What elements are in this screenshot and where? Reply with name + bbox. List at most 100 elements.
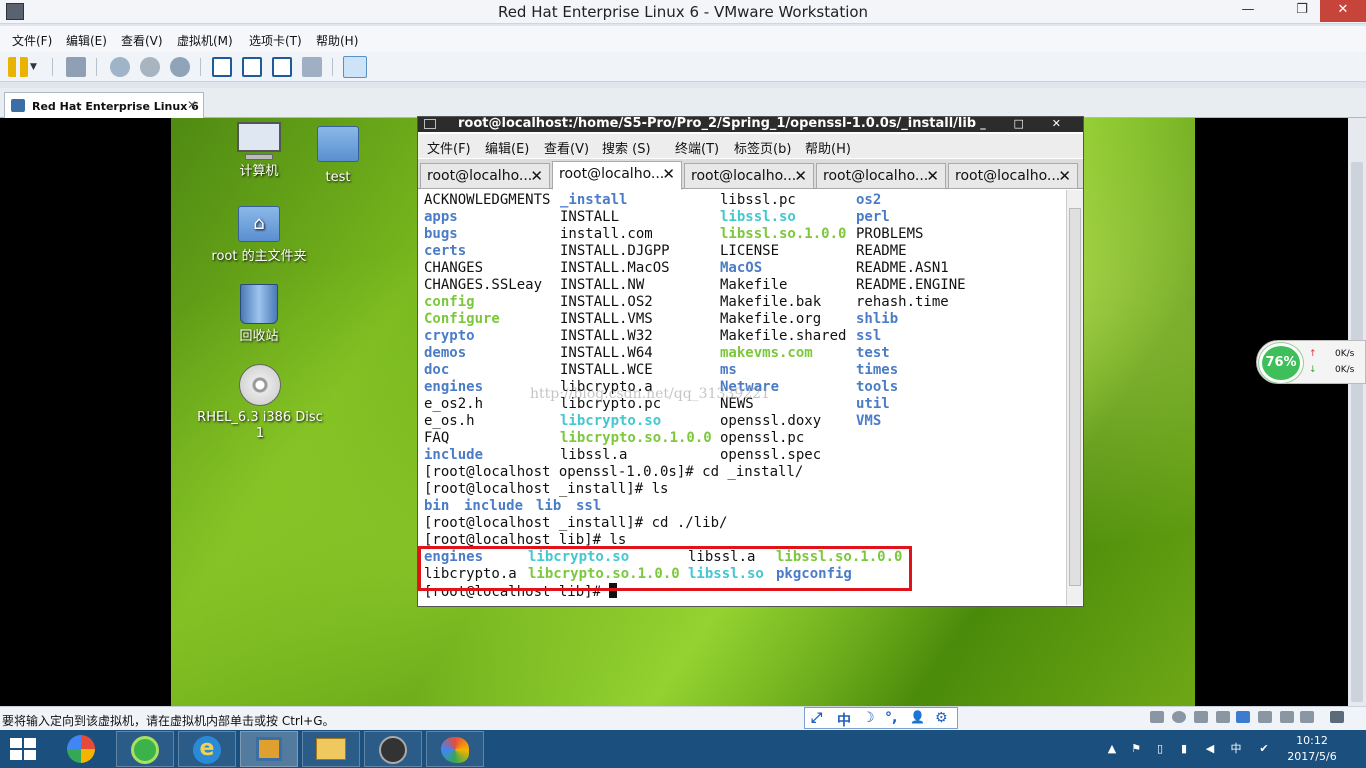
command-line: [root@localhost _install]# ls — [424, 481, 669, 497]
taskbar-app-browser[interactable] — [116, 731, 174, 767]
menu-file[interactable]: 文件(F) — [12, 32, 52, 49]
file-entry: PROBLEMS — [856, 226, 924, 242]
network-speed-widget[interactable]: 76% ↑ 0K/s ↓ 0K/s — [1256, 340, 1366, 384]
ime-toolbar[interactable]: ⤢ 中 ☽ °, 👤 ⚙ — [804, 707, 958, 729]
device-icon[interactable]: ▯ — [1154, 743, 1166, 755]
terminal-tab-active[interactable]: root@localho... ✕ — [552, 161, 682, 190]
terminal-menu-edit[interactable]: 编辑(E) — [485, 138, 529, 157]
menu-view[interactable]: 查看(V) — [121, 32, 163, 49]
network-adapter-icon[interactable] — [1194, 711, 1208, 723]
ime-halfwidth-icon[interactable]: ☽ — [862, 710, 875, 726]
vm-tab[interactable]: Red Hat Enterprise Linux 6 ✕ — [4, 92, 204, 118]
terminal-tab[interactable]: root@localho... ✕ — [816, 163, 946, 189]
chevron-down-icon[interactable]: ▼ — [30, 57, 42, 77]
ime-user-icon[interactable]: 👤 — [910, 710, 925, 724]
console-view-icon[interactable] — [343, 56, 367, 78]
taskbar-app-photos[interactable] — [52, 731, 110, 767]
terminal-window[interactable]: root@localhost:/home/S5-Pro/Pro_2/Spring… — [417, 116, 1084, 607]
tab-close-icon[interactable]: ✕ — [662, 162, 675, 186]
terminal-scrollbar[interactable] — [1066, 190, 1083, 605]
download-arrow-icon: ↓ — [1309, 365, 1317, 375]
taskbar-app-ie[interactable]: e — [178, 731, 236, 767]
terminal-menu-view[interactable]: 查看(V) — [544, 138, 589, 157]
snapshot-manager-icon[interactable] — [170, 57, 190, 77]
display-icon[interactable] — [1280, 711, 1294, 723]
clock[interactable]: 10:12 2017/5/6 — [1282, 733, 1342, 765]
vm-scrollbar-thumb[interactable] — [1351, 162, 1363, 702]
terminal-menu-help[interactable]: 帮助(H) — [805, 138, 851, 157]
security-check-icon[interactable]: ✔ — [1258, 743, 1270, 755]
file-entry: e_os.h — [424, 413, 475, 429]
desktop-icon-home[interactable]: ⌂ root 的主文件夹 — [204, 206, 314, 265]
file-entry: FAQ — [424, 430, 450, 446]
desktop-icon-dvd[interactable]: RHEL_6.3 i386 Disc 1 — [192, 364, 328, 442]
snapshot-icon[interactable] — [110, 57, 130, 77]
terminal-window-buttons[interactable]: _ □ ✕ — [980, 117, 1073, 130]
terminal-menu-search[interactable]: 搜索 (S) — [602, 138, 651, 157]
file-entry: INSTALL.OS2 — [560, 294, 653, 310]
menu-help[interactable]: 帮助(H) — [316, 32, 358, 49]
tab-close-icon[interactable]: ✕ — [530, 164, 543, 188]
tab-close-icon[interactable]: ✕ — [794, 164, 807, 188]
terminal-menu-terminal[interactable]: 终端(T) — [675, 138, 719, 157]
terminal-tab[interactable]: root@localho... ✕ — [420, 163, 550, 189]
desktop-icon-trash[interactable]: 回收站 — [224, 284, 294, 345]
menu-edit[interactable]: 编辑(E) — [66, 32, 107, 49]
taskbar-app-paint[interactable] — [426, 731, 484, 767]
send-ctrl-alt-del-icon[interactable] — [66, 57, 86, 77]
full-screen-icon[interactable] — [272, 57, 292, 77]
window-titlebar: Red Hat Enterprise Linux 6 - VMware Work… — [0, 0, 1366, 24]
message-icon[interactable] — [1300, 711, 1314, 723]
vm-tab-close-icon[interactable]: ✕ — [187, 98, 197, 112]
action-center-icon[interactable]: ⚑ — [1130, 743, 1142, 755]
sound-card-icon[interactable] — [1258, 711, 1272, 723]
cd-drive-icon[interactable] — [1172, 711, 1186, 723]
file-entry: libssl.a — [560, 447, 628, 463]
fit-guest-icon[interactable] — [1330, 711, 1344, 723]
terminal-menu-tabs[interactable]: 标签页(b) — [734, 138, 791, 157]
input-language-icon[interactable]: 中 — [1230, 743, 1242, 755]
hard-disk-icon[interactable] — [1150, 711, 1164, 723]
highlight-box — [418, 546, 912, 591]
terminal-scrollbar-thumb[interactable] — [1069, 208, 1081, 586]
taskbar-app-explorer[interactable] — [302, 731, 360, 767]
menu-tabs[interactable]: 选项卡(T) — [249, 32, 302, 49]
clock-date: 2017/5/6 — [1287, 750, 1337, 763]
desktop-icon-test[interactable]: test — [303, 126, 373, 186]
revert-snapshot-icon[interactable] — [140, 57, 160, 77]
show-library-icon[interactable] — [212, 57, 232, 77]
photos-app-icon — [67, 735, 95, 763]
close-button[interactable]: ✕ — [1320, 0, 1366, 22]
tab-close-icon[interactable]: ✕ — [926, 164, 939, 188]
upload-speed: 0K/s — [1335, 349, 1355, 359]
upload-arrow-icon: ↑ — [1309, 349, 1317, 359]
desktop-icon-computer[interactable]: 计算机 — [224, 122, 294, 180]
file-entry: rehash.time — [856, 294, 949, 310]
printer-icon[interactable] — [1216, 711, 1230, 723]
file-entry: certs — [424, 243, 467, 259]
taskbar-app-vmware[interactable] — [240, 731, 298, 767]
ime-settings-icon[interactable]: ⚙ — [935, 710, 948, 726]
terminal-menu-file[interactable]: 文件(F) — [427, 138, 471, 157]
paint-app-icon — [441, 737, 469, 763]
minimize-button[interactable]: — — [1234, 0, 1262, 22]
vm-scrollbar[interactable] — [1348, 118, 1366, 706]
tray-expand-icon[interactable]: ▲ — [1106, 743, 1118, 755]
file-entry: Makefile.shared — [720, 328, 847, 344]
ime-toggle-icon[interactable]: ⤢ — [811, 710, 822, 726]
unity-icon[interactable] — [302, 57, 322, 77]
maximize-button[interactable]: ❐ — [1288, 0, 1316, 22]
terminal-tab[interactable]: root@localho... ✕ — [684, 163, 814, 189]
menu-vm[interactable]: 虚拟机(M) — [177, 32, 233, 49]
network-icon[interactable]: ▮ — [1178, 743, 1190, 755]
ime-punctuation-icon[interactable]: °, — [885, 710, 897, 726]
thumbnail-bar-icon[interactable] — [242, 57, 262, 77]
ime-chinese-icon[interactable]: 中 — [837, 710, 851, 730]
usb-icon[interactable] — [1236, 711, 1250, 723]
tab-close-icon[interactable]: ✕ — [1058, 164, 1071, 188]
volume-icon[interactable]: ◀ — [1204, 743, 1216, 755]
taskbar-app-media[interactable] — [364, 731, 422, 767]
pause-icon[interactable] — [8, 57, 28, 77]
terminal-tab[interactable]: root@localho... ✕ — [948, 163, 1078, 189]
windows-start-icon[interactable] — [10, 738, 38, 760]
